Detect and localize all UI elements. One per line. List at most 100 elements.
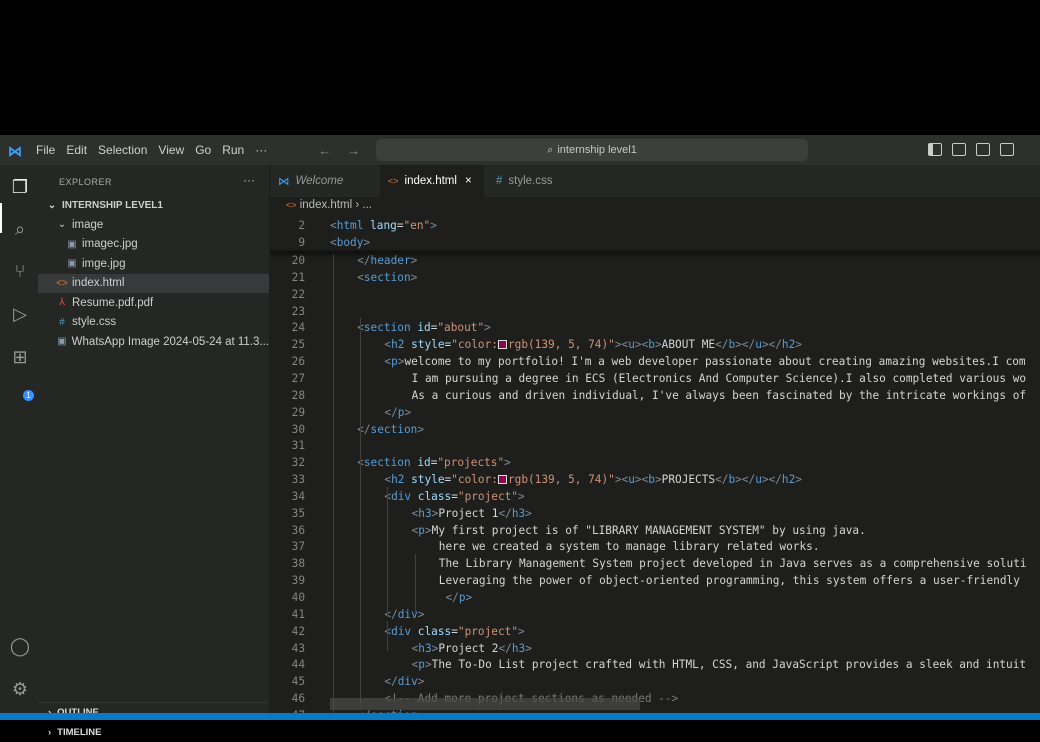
tab-label: Welcome <box>295 175 344 187</box>
tree-item[interactable]: <> index.html <box>38 273 269 293</box>
line-number: 26 <box>291 355 305 369</box>
line-number: 40 <box>291 591 305 604</box>
chevron-right-icon: › <box>48 726 52 738</box>
extensions-icon[interactable]: ⊞ <box>9 346 31 368</box>
line-number: 20 <box>291 254 305 267</box>
forward-arrow-icon[interactable]: → <box>347 143 360 158</box>
menu-selection[interactable]: Selection <box>98 143 147 157</box>
editor-tabs: ⋈ Welcome <> index.html × # style.css <box>270 165 1040 197</box>
code-token: welcome to my portfolio! I'm a web devel… <box>404 355 1026 369</box>
code-token: > <box>654 338 662 352</box>
code-token: b <box>648 473 655 487</box>
code-token: "color: <box>451 473 498 487</box>
code-token: p <box>418 658 425 672</box>
code-line: 35 <h3>Project 1</h3> <box>270 505 1040 522</box>
timeline-section[interactable]: › TIMELINE <box>38 722 269 742</box>
code-token: > <box>525 506 532 520</box>
code-token: I am pursuing a degree in ECS (Electroni… <box>411 371 1027 385</box>
code-token: Project 2 <box>438 641 499 655</box>
tab-welcome[interactable]: ⋈ Welcome <box>270 165 374 197</box>
menu-go[interactable]: Go <box>195 143 211 157</box>
code-token: "projects" <box>437 456 505 470</box>
image-file-icon: ▣ <box>67 238 77 250</box>
code-token: section <box>363 456 411 470</box>
code-line: 37 here we created a system to manage lib… <box>270 538 1040 555</box>
html-file-icon: <> <box>388 176 399 186</box>
menu-run[interactable]: Run <box>222 143 244 157</box>
code-token: rgb(139, 5, 74)" <box>507 338 615 352</box>
toggle-secondary-sidebar-icon[interactable] <box>976 143 990 156</box>
code-line: 30 </section> <box>270 421 1040 438</box>
code-line: 33 <h2 style="color: rgb(139, 5, 74)"><u><… <box>270 471 1040 488</box>
account-icon[interactable]: ◯ <box>9 635 31 657</box>
breadcrumb-file[interactable]: index.html <box>300 199 352 211</box>
command-center-search[interactable]: ⌕ internship level1 <box>376 139 808 161</box>
toggle-panel-icon[interactable] <box>952 143 966 156</box>
code-token: > <box>417 607 425 621</box>
breadcrumb-separator: › <box>355 199 360 211</box>
back-arrow-icon[interactable]: ← <box>318 143 331 158</box>
code-text: <h2 style="color: rgb(139, 5, 74)"><u><b>… <box>384 471 802 488</box>
tree-item[interactable]: ▣ imge.jpg <box>38 254 269 273</box>
tab-style-css[interactable]: # style.css <box>488 165 584 197</box>
tree-item[interactable]: ⅄ Resume.pdf.pdf <box>38 293 269 312</box>
menu-more[interactable]: ··· <box>255 143 267 157</box>
breadcrumb-symbol[interactable]: ... <box>362 199 372 211</box>
code-token: Leveraging the power of object-oriented … <box>438 574 1020 588</box>
code-token: </ <box>384 607 398 621</box>
color-swatch <box>497 340 507 350</box>
source-control-icon[interactable]: ⑂ <box>9 260 31 282</box>
code-token: </ <box>438 591 459 604</box>
tree-item[interactable]: ⌄ image <box>38 215 269 234</box>
tab-label: style.css <box>508 175 553 187</box>
code-token: h3 <box>418 506 432 520</box>
line-number: 23 <box>291 304 305 318</box>
code-text: <body> <box>330 234 370 251</box>
customize-layout-icon[interactable] <box>1000 143 1014 156</box>
code-token: u <box>755 338 762 352</box>
tree-item[interactable]: ▣ imagec.jpg <box>38 235 269 254</box>
code-token: h3 <box>511 641 526 655</box>
code-token: > <box>363 236 371 249</box>
code-token: > <box>614 473 622 487</box>
tree-item[interactable]: # style.css <box>38 313 269 332</box>
search-icon[interactable]: ⌕ <box>9 218 31 240</box>
code-editor[interactable]: 2 <html lang="en"> 9 <body> 20 </header> 21 <se… <box>270 217 1040 713</box>
menu-view[interactable]: View <box>158 143 184 157</box>
code-token: class <box>411 624 452 638</box>
toggle-primary-sidebar-icon[interactable] <box>928 143 942 156</box>
tree-item-label: index.html <box>72 277 125 289</box>
image-file-icon: ▣ <box>67 258 77 269</box>
code-token: > <box>735 473 742 487</box>
code-token: </ <box>715 338 729 352</box>
indent-guide <box>387 487 389 617</box>
run-debug-icon[interactable]: ▷ <box>9 303 31 325</box>
more-actions-icon[interactable]: ··· <box>243 173 255 187</box>
code-text: here we created a system to manage libra… <box>439 538 820 555</box>
line-number: 44 <box>291 658 305 672</box>
line-number: 34 <box>291 489 305 503</box>
vscode-icon: ⋈ <box>278 176 290 188</box>
horizontal-scrollbar[interactable] <box>330 698 640 710</box>
code-token: > <box>735 338 742 352</box>
line-number: 35 <box>291 506 305 520</box>
close-icon[interactable]: × <box>465 175 472 187</box>
settings-gear-icon[interactable]: ⚙ <box>9 678 31 700</box>
explorer-icon[interactable]: ❐ <box>9 176 31 198</box>
code-token: PROJECTS <box>661 473 716 487</box>
line-number: 41 <box>291 607 305 621</box>
search-icon: ⌕ <box>547 143 554 156</box>
code-text: <html lang="en"> <box>330 217 437 234</box>
code-line: 23 <box>270 303 1040 320</box>
line-number: 43 <box>291 641 305 655</box>
code-text: </p> <box>439 589 472 606</box>
menu-edit[interactable]: Edit <box>66 143 87 157</box>
menu-file[interactable]: File <box>36 143 55 157</box>
tree-item[interactable]: ▣ WhatsApp Image 2024-05-24 at 11.3... <box>38 332 269 351</box>
tab-index-html[interactable]: <> index.html × <box>380 165 484 197</box>
tree-item-label: WhatsApp Image 2024-05-24 at 11.3... <box>71 335 269 348</box>
workspace-root[interactable]: ⌄ INTERNSHIP LEVEL1 <box>38 196 269 215</box>
code-line: 44 <p>The To-Do List project crafted with… <box>270 656 1040 673</box>
code-token: html <box>336 219 364 232</box>
code-token: > <box>484 321 491 335</box>
